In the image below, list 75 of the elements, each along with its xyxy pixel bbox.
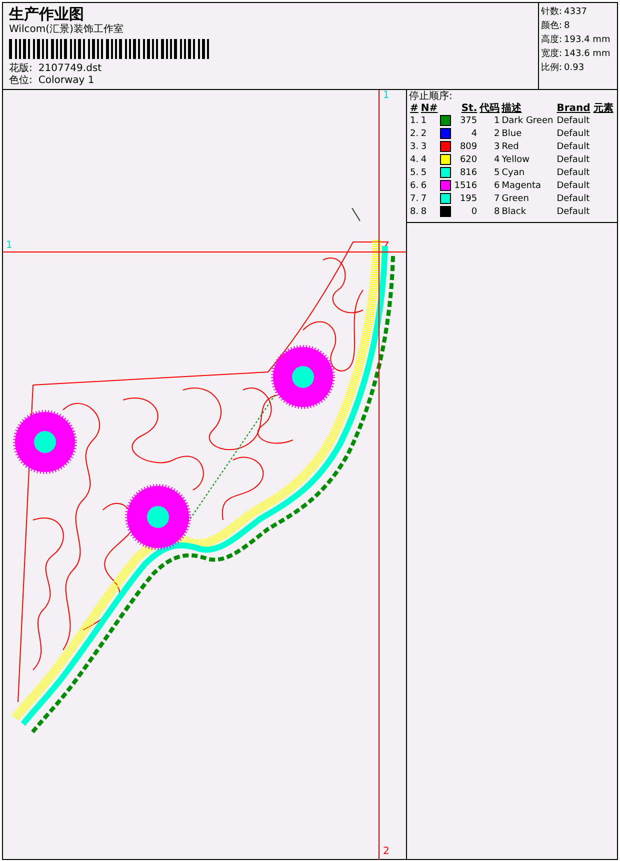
table-cell-text: Dark Green bbox=[500, 115, 554, 128]
table-cell-text: 375 bbox=[458, 115, 478, 128]
table-cell: 8. bbox=[409, 206, 420, 219]
table-cell-text: 2 bbox=[493, 128, 501, 141]
table-cell-text: Default bbox=[556, 206, 591, 219]
table-cell-text: 1 bbox=[493, 115, 501, 128]
table-cell-text: 3 bbox=[493, 141, 501, 154]
table-cell-text: 1 bbox=[420, 115, 428, 128]
table-cell-text: 195 bbox=[458, 193, 478, 206]
table-cell-text: 1516 bbox=[453, 180, 478, 193]
stat-value: 4337 bbox=[564, 6, 587, 19]
table-cell-text: Default bbox=[556, 167, 591, 180]
table-cell: 3. bbox=[409, 141, 420, 154]
table-cell-text: Blue bbox=[500, 128, 523, 141]
table-cell-text: Default bbox=[556, 180, 591, 193]
table-cell-text: 2 bbox=[420, 128, 428, 141]
column-header: 描述 bbox=[500, 103, 523, 115]
guide-label: 2 bbox=[383, 847, 390, 857]
stat-value: 0.93 bbox=[564, 62, 584, 75]
table-cell-text: Black bbox=[500, 206, 528, 219]
table-cell-text: 5 bbox=[420, 167, 428, 180]
table-cell-text: 6 bbox=[493, 180, 501, 193]
field-label: 花版: bbox=[9, 63, 32, 75]
table-cell: 2. bbox=[409, 128, 420, 141]
table-cell-text: 816 bbox=[458, 167, 478, 180]
stat-label: 高度: bbox=[541, 34, 562, 47]
company-name: Wilcom(汇景)装饰工作室 bbox=[9, 23, 124, 37]
table-cell: 5. bbox=[409, 167, 420, 180]
field-value: 2107749.dst bbox=[38, 63, 102, 75]
table-cell: 1. bbox=[409, 115, 420, 128]
stop-sequence-title: 停止顺序: bbox=[409, 91, 454, 103]
stat-value: 8 bbox=[564, 20, 570, 33]
stat-value: 193.4 mm bbox=[564, 34, 610, 47]
table-cell-text: Default bbox=[556, 141, 591, 154]
table-cell-text: 8 bbox=[493, 206, 501, 219]
table-cell-text: 620 bbox=[458, 154, 478, 167]
table-cell-text: Red bbox=[500, 141, 520, 154]
column-header: N# bbox=[420, 103, 439, 115]
column-header: Brand bbox=[556, 103, 592, 115]
table-cell: 7. bbox=[409, 193, 420, 206]
column-header: 元素 bbox=[592, 103, 614, 115]
table-cell-text: Magenta bbox=[500, 180, 542, 193]
table-cell-text: 4 bbox=[493, 154, 501, 167]
table-cell-text: Default bbox=[556, 193, 591, 206]
table-cell-text: 5 bbox=[493, 167, 501, 180]
worksheet-title: 生产作业图 bbox=[9, 5, 85, 23]
stat-value: 143.6 mm bbox=[564, 48, 610, 61]
table-cell: 6. bbox=[409, 180, 420, 193]
table-cell-text: Cyan bbox=[500, 167, 526, 180]
table-cell-text: Default bbox=[556, 128, 591, 141]
table-cell-text: 8 bbox=[420, 206, 428, 219]
table-cell-text: Default bbox=[556, 154, 591, 167]
column-header: 代码 bbox=[478, 103, 501, 115]
guide-label: 1 bbox=[6, 241, 12, 251]
stat-label: 针数: bbox=[541, 6, 562, 19]
table-cell-text: 7 bbox=[420, 193, 428, 206]
table-cell-text: Default bbox=[556, 115, 591, 128]
table-cell-text: Yellow bbox=[500, 154, 530, 167]
field-value: Colorway 1 bbox=[38, 75, 94, 87]
column-header: # bbox=[409, 103, 420, 115]
stat-label: 颜色: bbox=[541, 20, 562, 33]
table-cell-text: 3 bbox=[420, 141, 428, 154]
column-header: St. bbox=[460, 103, 478, 115]
table-cell: 4. bbox=[409, 154, 420, 167]
table-cell-text: 809 bbox=[458, 141, 478, 154]
stat-label: 宽度: bbox=[541, 48, 562, 61]
stat-label: 比例: bbox=[541, 62, 562, 75]
field-label: 色位: bbox=[9, 75, 32, 87]
table-cell-text: 4 bbox=[420, 154, 428, 167]
table-cell-text: Green bbox=[500, 193, 530, 206]
guide-label: 1 bbox=[383, 91, 390, 101]
table-cell-text: 7 bbox=[493, 193, 501, 206]
table-cell-text: 6 bbox=[420, 180, 428, 193]
table-cell-text: 4 bbox=[470, 128, 478, 141]
table-cell-text: 0 bbox=[470, 206, 478, 219]
